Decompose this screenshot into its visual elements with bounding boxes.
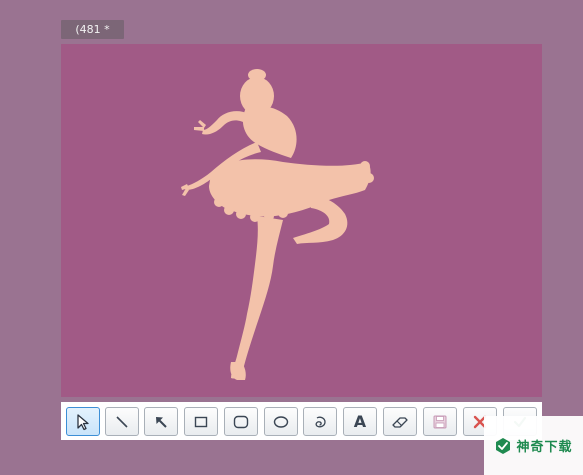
line-icon — [116, 415, 128, 428]
ballerina-silhouette-image — [181, 69, 374, 380]
save-button[interactable] — [423, 407, 457, 436]
selection-size-label: (481 * 353) — [61, 20, 124, 55]
save-icon — [433, 415, 447, 428]
annotation-toolbar: A — [61, 402, 542, 440]
select-tool-button[interactable] — [66, 407, 100, 436]
eraser-tool-button[interactable] — [383, 407, 417, 436]
text-icon: A — [353, 412, 367, 431]
rectangle-tool-button[interactable] — [184, 407, 218, 436]
rounded-rectangle-tool-button[interactable] — [224, 407, 258, 436]
watermark-logo: 神奇下载 — [484, 416, 583, 475]
logo-icon — [496, 437, 511, 454]
ellipse-icon — [273, 415, 289, 428]
capture-canvas[interactable] — [61, 44, 542, 397]
watermark-text: 神奇下载 — [516, 440, 573, 455]
arrow-tool-button[interactable] — [144, 407, 178, 436]
rounded-rectangle-icon — [233, 415, 249, 428]
line-tool-button[interactable] — [105, 407, 139, 436]
rectangle-icon — [194, 416, 208, 427]
freehand-icon — [315, 416, 326, 427]
pointer-icon — [77, 413, 89, 430]
arrow-icon — [156, 416, 167, 428]
text-tool-button[interactable]: A — [343, 407, 377, 436]
eraser-icon — [392, 416, 408, 428]
freehand-tool-button[interactable] — [303, 407, 337, 436]
ellipse-tool-button[interactable] — [264, 407, 298, 436]
